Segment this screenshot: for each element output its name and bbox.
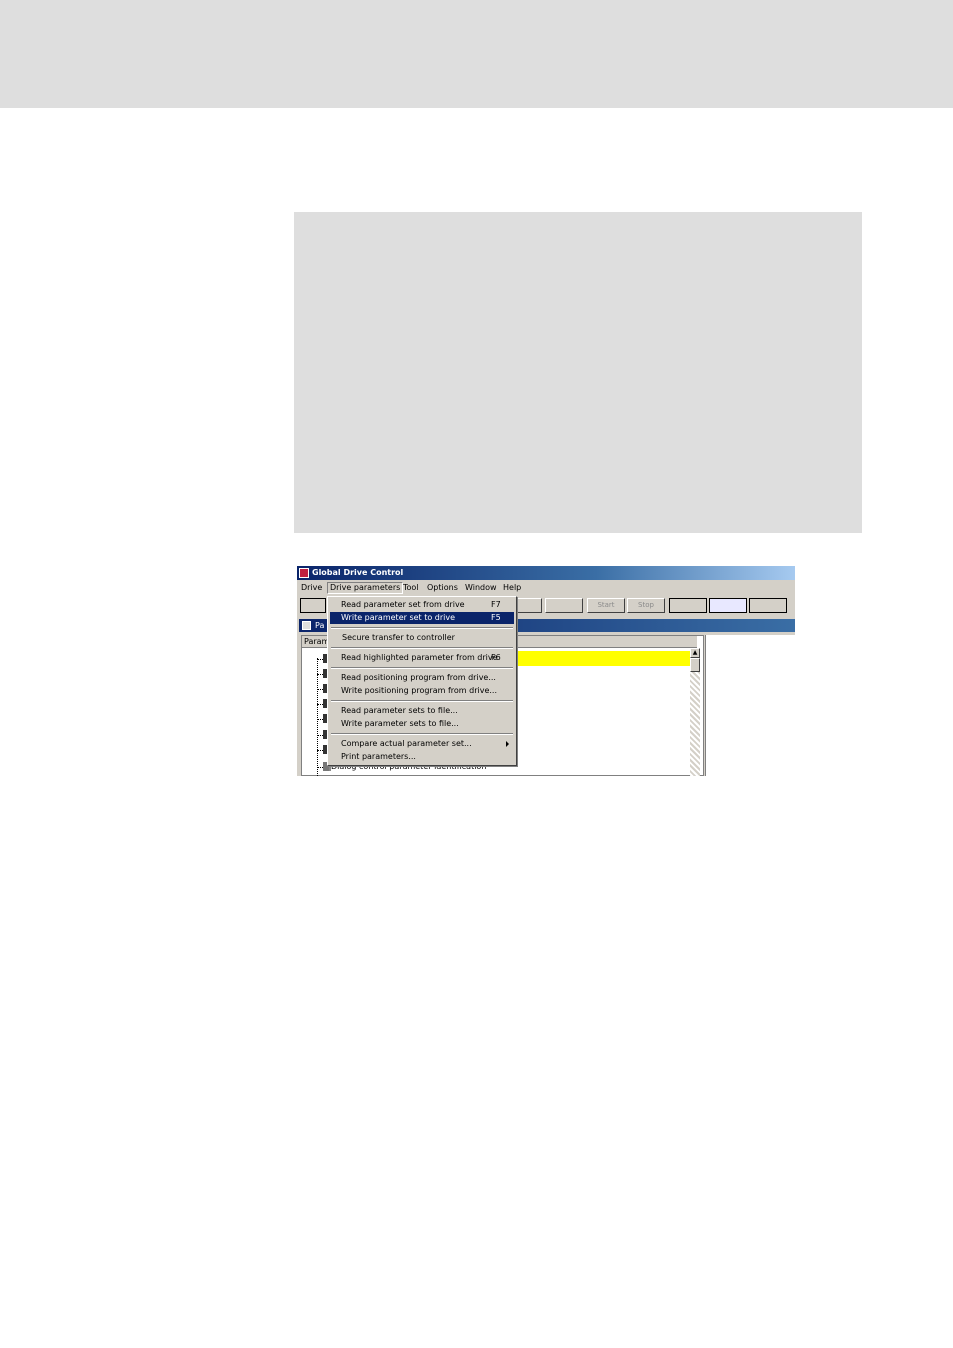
menu-item-read-parameter-sets-to-file[interactable]: Read parameter sets to file... <box>330 705 514 717</box>
menu-item-write-positioning-program[interactable]: Write positioning program from drive... <box>330 685 514 697</box>
menu-help[interactable]: Help <box>501 582 523 594</box>
submenu-arrow-icon <box>506 741 509 747</box>
menu-separator <box>331 733 513 735</box>
window-title: Global Drive Control <box>312 568 404 577</box>
child-window-title: Pa <box>315 621 325 630</box>
toolbar-button-drive-icon[interactable] <box>749 598 787 613</box>
scroll-up-arrow-icon[interactable]: ▲ <box>690 648 700 658</box>
menu-item-compare-parameter-set[interactable]: Compare actual parameter set... <box>330 738 514 750</box>
menu-separator <box>331 627 513 629</box>
menu-item-read-parameter-set[interactable]: Read parameter set from drive F7 <box>330 599 514 611</box>
menu-options[interactable]: Options <box>425 582 460 594</box>
menu-bar: Drive Drive parameters Tool Options Wind… <box>297 581 795 595</box>
menu-item-write-parameter-set[interactable]: Write parameter set to drive F5 <box>330 612 514 624</box>
menu-item-write-parameter-sets-to-file[interactable]: Write parameter sets to file... <box>330 718 514 730</box>
menu-tool[interactable]: Tool <box>401 582 421 594</box>
page-header-band <box>0 0 953 108</box>
toolbar-button-transfer-icon[interactable] <box>516 598 542 613</box>
menu-item-secure-transfer[interactable]: Secure transfer to controller <box>330 632 514 644</box>
menu-drive-parameters[interactable]: Drive parameters <box>327 582 404 594</box>
app-icon <box>299 568 309 578</box>
menu-separator <box>331 667 513 669</box>
menu-window[interactable]: Window <box>463 582 499 594</box>
menu-item-read-highlighted-parameter[interactable]: Read highlighted parameter from drive F6 <box>330 652 514 664</box>
highlighted-parameter-row[interactable] <box>516 651 691 666</box>
right-empty-area <box>706 635 795 776</box>
toolbar-stop-button[interactable]: Stop <box>627 598 665 613</box>
panel-header-label: Param <box>304 637 330 646</box>
scroll-thumb[interactable] <box>690 658 700 672</box>
toolbar-button-scope-icon[interactable] <box>709 598 747 613</box>
child-window-icon <box>302 621 311 630</box>
menu-separator <box>331 647 513 649</box>
toolbar-start-button[interactable]: Start <box>587 598 625 613</box>
toolbar-button-reset-icon[interactable] <box>545 598 583 613</box>
menu-drive[interactable]: Drive <box>299 582 324 594</box>
content-placeholder-box <box>294 212 862 533</box>
drive-parameters-menu: Read parameter set from drive F7 Write pa… <box>327 596 517 766</box>
title-bar: Global Drive Control <box>297 566 795 580</box>
vertical-scrollbar[interactable]: ▲ <box>690 648 700 776</box>
menu-separator <box>331 700 513 702</box>
toolbar-button-monitor-icon[interactable] <box>669 598 707 613</box>
menu-item-print-parameters[interactable]: Print parameters... <box>330 751 514 763</box>
toolbar-button-params-icon[interactable] <box>300 598 326 613</box>
menu-item-read-positioning-program[interactable]: Read positioning program from drive... <box>330 672 514 684</box>
